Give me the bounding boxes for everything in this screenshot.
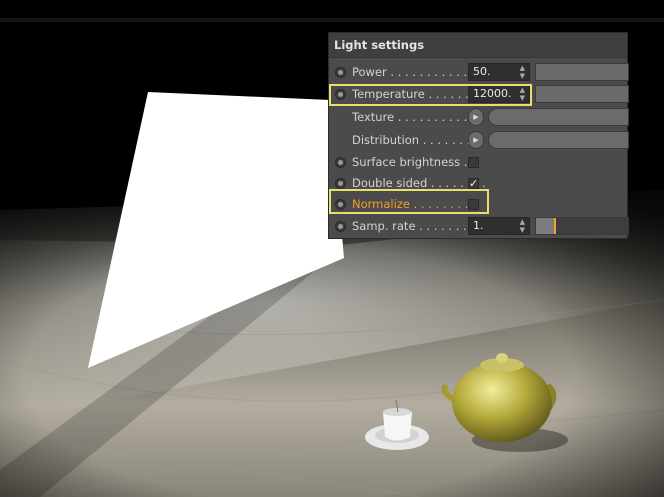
- surface-brightness-checkbox[interactable]: [468, 157, 479, 168]
- normalize-checkbox[interactable]: [468, 199, 479, 210]
- samp-rate-slider[interactable]: [535, 217, 629, 235]
- double-sided-row: Double sided . . . . . . . . ✓: [329, 173, 627, 195]
- samp-rate-fill: [536, 218, 555, 234]
- radio-button-icon[interactable]: [335, 89, 346, 100]
- normalize-label: Normalize . . . . . . . . .: [352, 197, 476, 211]
- temperature-slider[interactable]: [535, 85, 629, 103]
- play-arrow-icon[interactable]: ▶: [468, 108, 484, 126]
- surface-brightness-row: Surface brightness . .: [329, 152, 627, 174]
- checkmark-icon: ✓: [469, 177, 479, 190]
- temperature-input[interactable]: 12000. ▲ ▼: [468, 85, 530, 103]
- distribution-link-field[interactable]: [488, 131, 629, 149]
- power-input[interactable]: 50. ▲ ▼: [468, 63, 530, 81]
- radio-button-icon[interactable]: [335, 178, 346, 189]
- double-sided-checkbox[interactable]: ✓: [468, 178, 479, 189]
- power-row: Power . . . . . . . . . . . . . . 50. ▲ ▼: [329, 62, 629, 84]
- temperature-label: Temperature . . . . . . . .: [352, 87, 484, 101]
- texture-link-field[interactable]: [488, 108, 629, 126]
- spin-arrows-icon[interactable]: ▲ ▼: [520, 64, 525, 80]
- radio-button-icon[interactable]: [335, 67, 346, 78]
- spin-arrows-icon[interactable]: ▲ ▼: [520, 218, 525, 234]
- panel-title: Light settings: [329, 33, 627, 58]
- normalize-row: Normalize . . . . . . . . .: [329, 194, 627, 216]
- distribution-label: Distribution . . . . . . . .: [352, 133, 478, 147]
- samp-rate-row: Samp. rate . . . . . . . . . 1. ▲ ▼: [329, 216, 629, 238]
- light-settings-panel: Light settings Power . . . . . . . . . .…: [328, 32, 629, 239]
- power-slider[interactable]: [535, 63, 629, 81]
- temperature-row: Temperature . . . . . . . . 12000. ▲ ▼: [329, 84, 629, 106]
- samp-rate-thumb[interactable]: [554, 218, 557, 234]
- samp-rate-input[interactable]: 1. ▲ ▼: [468, 217, 530, 235]
- distribution-row: Distribution . . . . . . . . ▶: [329, 130, 629, 152]
- radio-button-icon[interactable]: [335, 157, 346, 168]
- spin-arrows-icon[interactable]: ▲ ▼: [520, 86, 525, 102]
- radio-button-icon[interactable]: [335, 199, 346, 210]
- samp-rate-label: Samp. rate . . . . . . . . .: [352, 219, 482, 233]
- texture-row: Texture . . . . . . . . . . . . ▶: [329, 107, 629, 129]
- radio-button-icon[interactable]: [335, 221, 346, 232]
- play-arrow-icon[interactable]: ▶: [468, 131, 484, 149]
- surface-brightness-label: Surface brightness . .: [352, 155, 475, 169]
- texture-label: Texture . . . . . . . . . . . .: [352, 110, 482, 124]
- double-sided-label: Double sided . . . . . . . .: [352, 176, 486, 190]
